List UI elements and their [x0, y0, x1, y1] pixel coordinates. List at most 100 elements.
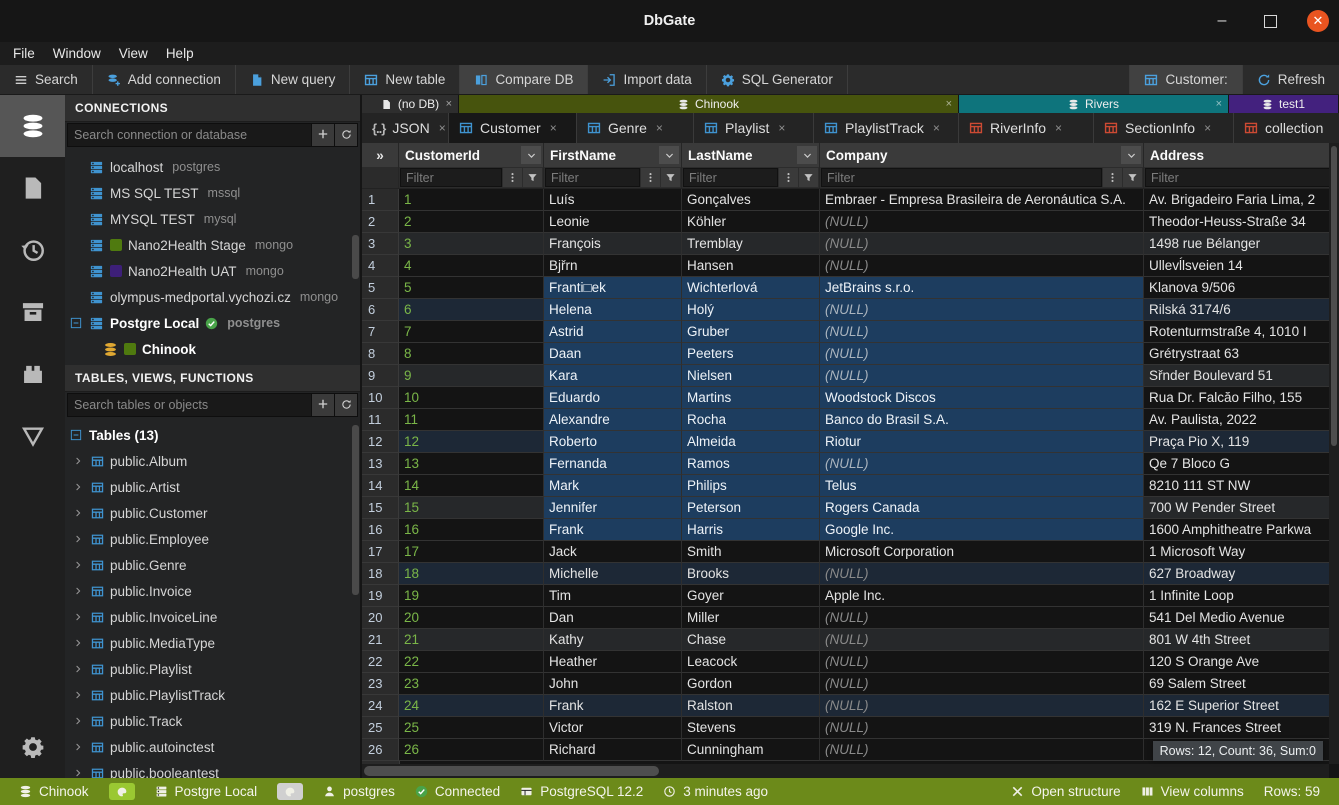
cell-firstname[interactable]: Fernanda [544, 453, 682, 475]
table-item[interactable]: public.Employee [65, 526, 360, 552]
table-item[interactable]: public.Playlist [65, 656, 360, 682]
cell-address[interactable]: 1498 rue Bélanger [1144, 233, 1339, 255]
cell-customerid[interactable]: 8 [399, 343, 544, 365]
cell-address[interactable]: 69 Salem Street [1144, 673, 1339, 695]
connection-item[interactable]: Nano2Health Stagemongo [65, 232, 360, 258]
rail-item-settings[interactable] [0, 716, 65, 778]
cell-customerid[interactable]: 13 [399, 453, 544, 475]
cell-firstname[interactable]: Astrid [544, 321, 682, 343]
cell-firstname[interactable]: Tim [544, 585, 682, 607]
cell-address[interactable]: 700 W Pender Street [1144, 497, 1339, 519]
grid-horizontal-scrollbar[interactable] [362, 764, 1329, 778]
cell-lastname[interactable]: Cunningham [682, 739, 820, 761]
column-menu-button[interactable] [521, 146, 541, 164]
tab-riverinfo[interactable]: RiverInfo× [959, 113, 1094, 143]
cell-address[interactable]: 162 E Superior Street [1144, 695, 1339, 717]
table-row[interactable]: 22LeonieKöhler(NULL)Theodor-Heuss-Straße… [362, 211, 1339, 233]
column-menu-button[interactable] [659, 146, 679, 164]
cell-company[interactable]: (NULL) [820, 651, 1144, 673]
rail-item-plugins[interactable] [0, 343, 65, 405]
tables-search-input[interactable] [67, 393, 312, 417]
cell-lastname[interactable]: Smith [682, 541, 820, 563]
table-item[interactable]: public.Customer [65, 500, 360, 526]
refresh-button[interactable]: Refresh [1242, 65, 1339, 94]
cell-lastname[interactable]: Stevens [682, 717, 820, 739]
cell-firstname[interactable]: Bjřrn [544, 255, 682, 277]
status-open-structure[interactable]: Open structure [1002, 784, 1129, 799]
cell-company[interactable]: Google Inc. [820, 519, 1144, 541]
cell-customerid[interactable]: 9 [399, 365, 544, 387]
menu-item-window[interactable]: Window [44, 46, 110, 61]
column-header-address[interactable]: Address [1144, 143, 1339, 167]
cell-address[interactable]: Rotenturmstraße 4, 1010 I [1144, 321, 1339, 343]
cell-lastname[interactable]: Hansen [682, 255, 820, 277]
cell-firstname[interactable]: Jack [544, 541, 682, 563]
cell-company[interactable]: (NULL) [820, 211, 1144, 233]
cell-lastname[interactable]: Gordon [682, 673, 820, 695]
cell-customerid[interactable]: 3 [399, 233, 544, 255]
cell-address[interactable]: Klanova 9/506 [1144, 277, 1339, 299]
table-row[interactable]: 11LuísGonçalvesEmbraer - Empresa Brasile… [362, 189, 1339, 211]
cell-customerid[interactable]: 11 [399, 409, 544, 431]
column-menu-button[interactable] [1121, 146, 1141, 164]
filter-menu-button[interactable] [503, 168, 522, 187]
tab-genre[interactable]: Genre× [577, 113, 694, 143]
database-group-tab-rivers[interactable]: Rivers× [959, 95, 1229, 113]
cell-customerid[interactable]: 16 [399, 519, 544, 541]
cell-firstname[interactable]: Michelle [544, 563, 682, 585]
database-group-tab-nodb[interactable]: (no DB)× [362, 95, 459, 113]
cell-lastname[interactable]: Martins [682, 387, 820, 409]
rail-item-files[interactable] [0, 157, 65, 219]
cell-firstname[interactable]: Eduardo [544, 387, 682, 409]
close-button[interactable]: ✕ [1307, 10, 1329, 32]
status-view-columns[interactable]: View columns [1132, 784, 1253, 799]
cell-lastname[interactable]: Leacock [682, 651, 820, 673]
connection-item[interactable]: MYSQL TESTmysql [65, 206, 360, 232]
status-color-chip[interactable] [268, 783, 312, 800]
cell-customerid[interactable]: 17 [399, 541, 544, 563]
expand-columns-header[interactable]: » [362, 143, 399, 167]
cell-address[interactable]: 319 N. Frances Street [1144, 717, 1339, 739]
menu-item-view[interactable]: View [110, 46, 157, 61]
rail-item-cell-data[interactable] [0, 405, 65, 467]
cell-firstname[interactable]: Victor [544, 717, 682, 739]
table-row[interactable]: 55Franti□ekWichterlováJetBrains s.r.o.Kl… [362, 277, 1339, 299]
table-row[interactable]: 1313FernandaRamos(NULL)Qe 7 Bloco G [362, 453, 1339, 475]
compare-db-button[interactable]: Compare DB [460, 65, 588, 94]
filter-input-company[interactable] [821, 168, 1102, 187]
menu-item-help[interactable]: Help [157, 46, 203, 61]
cell-address[interactable]: Av. Paulista, 2022 [1144, 409, 1339, 431]
cell-address[interactable]: Sřnder Boulevard 51 [1144, 365, 1339, 387]
cell-company[interactable]: Embraer - Empresa Brasileira de Aeronáut… [820, 189, 1144, 211]
cell-firstname[interactable]: Mark [544, 475, 682, 497]
cell-firstname[interactable]: Richard [544, 739, 682, 761]
table-row[interactable]: 2323JohnGordon(NULL)69 Salem Street [362, 673, 1339, 695]
table-item[interactable]: public.booleantest [65, 760, 360, 778]
tab-customer[interactable]: Customer× [449, 113, 577, 143]
cell-address[interactable]: 1600 Amphitheatre Parkwa [1144, 519, 1339, 541]
cell-firstname[interactable]: Jennifer [544, 497, 682, 519]
cell-company[interactable]: Banco do Brasil S.A. [820, 409, 1144, 431]
add-connection-small-button[interactable] [312, 123, 335, 147]
cell-lastname[interactable]: Nielsen [682, 365, 820, 387]
cell-customerid[interactable]: 19 [399, 585, 544, 607]
cell-customerid[interactable]: 4 [399, 255, 544, 277]
import-data-button[interactable]: Import data [588, 65, 706, 94]
filter-input-firstname[interactable] [545, 168, 640, 187]
cell-lastname[interactable]: Brooks [682, 563, 820, 585]
cell-customerid[interactable]: 23 [399, 673, 544, 695]
cell-customerid[interactable]: 5 [399, 277, 544, 299]
cell-company[interactable]: (NULL) [820, 563, 1144, 585]
database-group-tab-test1[interactable]: test1 [1229, 95, 1339, 113]
menu-item-file[interactable]: File [4, 46, 44, 61]
close-tab-icon[interactable]: × [778, 121, 785, 135]
cell-lastname[interactable]: Köhler [682, 211, 820, 233]
table-row[interactable]: 2525VictorStevens(NULL)319 N. Frances St… [362, 717, 1339, 739]
connection-item[interactable]: Chinook [65, 336, 360, 362]
cell-address[interactable]: 1 Infinite Loop [1144, 585, 1339, 607]
cell-address[interactable]: Theodor-Heuss-Straße 34 [1144, 211, 1339, 233]
cell-firstname[interactable]: Frank [544, 519, 682, 541]
cell-lastname[interactable]: Philips [682, 475, 820, 497]
cell-customerid[interactable]: 25 [399, 717, 544, 739]
cell-lastname[interactable]: Wichterlová [682, 277, 820, 299]
